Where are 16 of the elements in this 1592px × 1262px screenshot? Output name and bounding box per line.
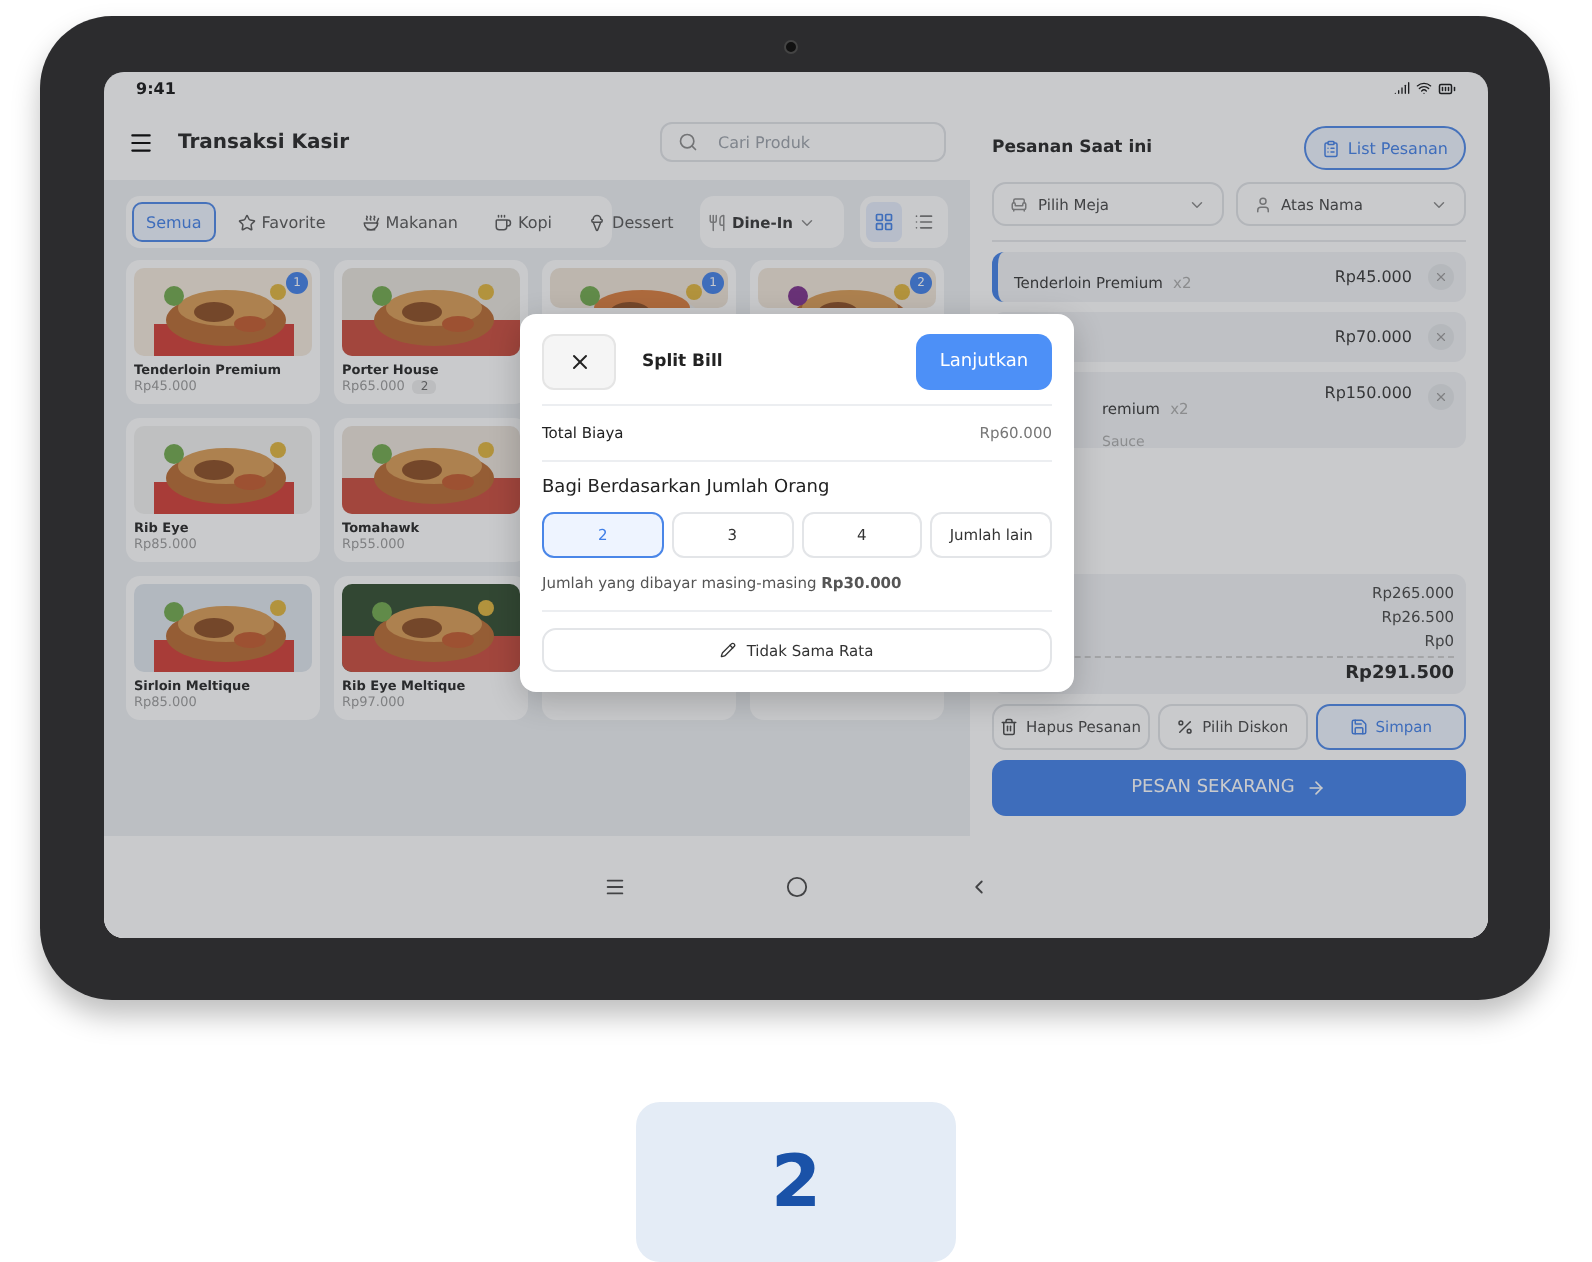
category-tab[interactable]: Kopi bbox=[479, 202, 567, 242]
search-input[interactable]: Cari Produk bbox=[714, 131, 928, 153]
status-time: 9:41 bbox=[136, 79, 176, 97]
item-price: Rp70.000 bbox=[1334, 328, 1412, 346]
grand-total: Rp291.500 bbox=[1345, 664, 1454, 684]
item-price: Rp150.000 bbox=[1324, 384, 1412, 402]
item-price: Rp45.000 bbox=[1334, 268, 1412, 286]
split-heading: Bagi Berdasarkan Jumlah Orang bbox=[542, 478, 832, 498]
step-number: 2 bbox=[636, 1102, 956, 1262]
search-field[interactable]: Cari Produk bbox=[660, 122, 946, 162]
page-title: Transaksi Kasir bbox=[178, 131, 352, 153]
dialog-title: Split Bill bbox=[642, 352, 725, 372]
category-tab[interactable]: Dessert bbox=[574, 202, 688, 242]
category-tab[interactable]: Makanan bbox=[347, 202, 472, 242]
category-tab[interactable]: Favorite bbox=[223, 202, 340, 242]
order-title: Pesanan Saat ini bbox=[992, 138, 1153, 158]
